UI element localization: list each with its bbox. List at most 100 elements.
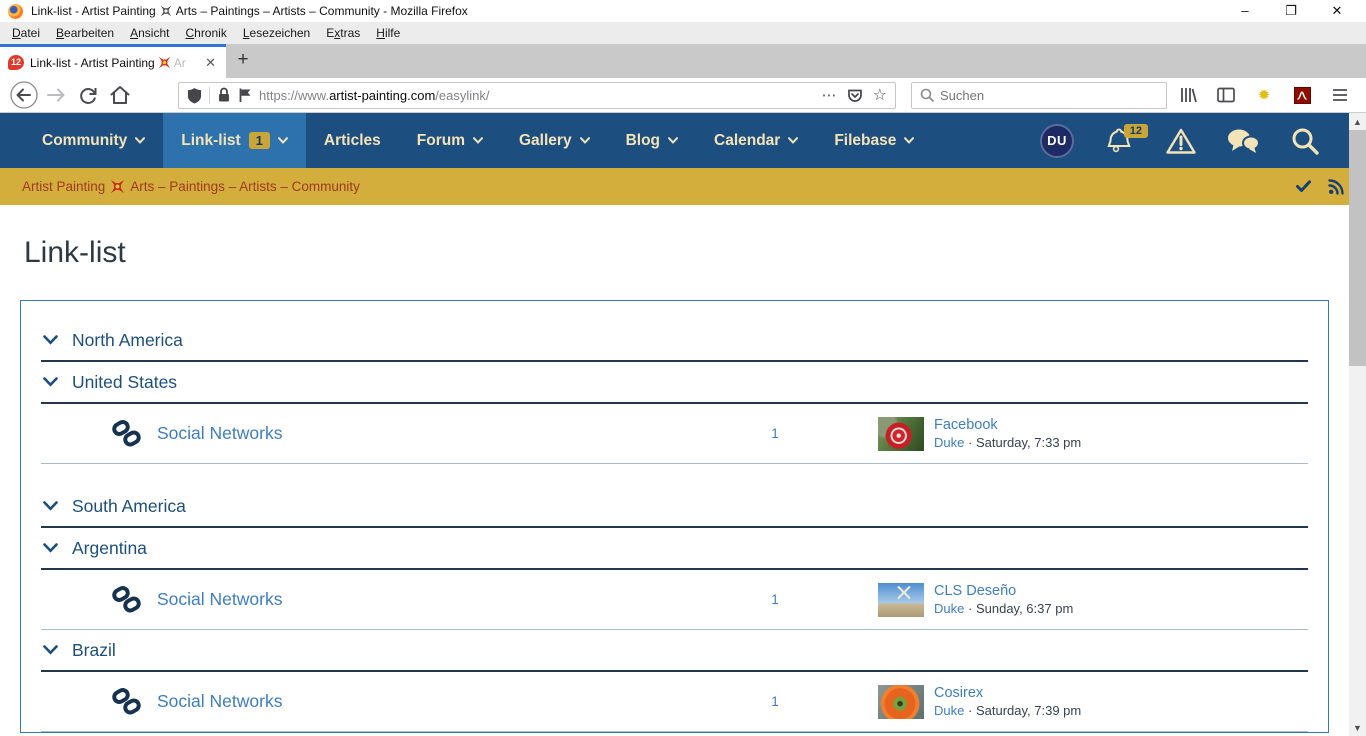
author-link[interactable]: Duke [934, 703, 964, 718]
section-header[interactable]: United States [41, 362, 1308, 404]
link-thumbnail[interactable] [878, 583, 924, 617]
hamburger-menu-icon[interactable] [1324, 81, 1356, 109]
category-link[interactable]: Social Networks [157, 423, 282, 444]
user-avatar[interactable]: DU [1026, 124, 1088, 158]
window-title-text-right: Arts – Paintings – Artists – Community -… [176, 4, 468, 18]
back-button[interactable] [8, 81, 40, 109]
notification-count-badge: 12 [1124, 124, 1148, 138]
menubar-item-lesezeichen[interactable]: Lesezeichen [235, 22, 318, 44]
chevron-down-icon [43, 543, 58, 553]
close-button[interactable]: ✕ [1314, 0, 1360, 22]
url-bar[interactable]: https://www.artist-painting.com/easylink… [178, 82, 896, 109]
extension-star-icon[interactable]: ✹ [1248, 81, 1280, 109]
link-time: Saturday, 7:39 pm [976, 703, 1081, 718]
site-search-icon[interactable] [1274, 126, 1336, 156]
url-text[interactable]: https://www.artist-painting.com/easylink… [259, 88, 815, 103]
active-tab[interactable]: 12 Link-list - Artist Painting Ar ✕ [0, 44, 226, 78]
permissions-flag-icon[interactable] [238, 87, 252, 103]
nav-item-community[interactable]: Community [24, 113, 163, 168]
section-header[interactable]: Argentina [41, 528, 1308, 570]
menubar-item-extras[interactable]: Extras [318, 22, 368, 44]
section-header-label: Argentina [72, 538, 147, 559]
page-actions-icon[interactable]: ⋯ [822, 86, 837, 104]
author-link[interactable]: Duke [934, 435, 964, 450]
search-input[interactable] [940, 88, 1140, 103]
tracking-protection-shield-icon[interactable] [187, 87, 202, 104]
chevron-down-icon [43, 335, 58, 345]
scrollbar-thumb[interactable] [1349, 130, 1366, 366]
latest-link-title[interactable]: Facebook [934, 417, 1081, 433]
category-link[interactable]: Social Networks [157, 691, 282, 712]
chevron-down-icon [580, 137, 590, 144]
site-logo-star-icon [160, 5, 172, 17]
adobe-acrobat-icon[interactable] [1286, 81, 1318, 109]
section-header[interactable]: South America [41, 486, 1308, 528]
latest-link-title[interactable]: Cosirex [934, 685, 1081, 701]
page-scrollbar[interactable]: ▲ ▼ [1349, 113, 1366, 736]
home-button[interactable] [104, 81, 136, 109]
nav-item-forum[interactable]: Forum [399, 113, 501, 168]
section-header[interactable]: North America [41, 320, 1308, 362]
category-link[interactable]: Social Networks [157, 589, 282, 610]
chevron-down-icon [278, 137, 288, 144]
link-count: 1 [745, 592, 805, 607]
nav-item-gallery[interactable]: Gallery [501, 113, 608, 168]
section-header-label: Brazil [72, 640, 116, 661]
menubar-item-hilfe[interactable]: Hilfe [368, 22, 408, 44]
chevron-down-icon [668, 137, 678, 144]
lock-icon[interactable] [217, 87, 231, 103]
chevron-down-icon [135, 137, 145, 144]
nav-item-badge: 1 [249, 132, 270, 149]
nav-item-label: Calendar [714, 132, 780, 150]
window-title-text: Link-list - Artist Painting [31, 4, 156, 18]
nav-item-blog[interactable]: Blog [608, 113, 696, 168]
scroll-up-arrow-icon[interactable]: ▲ [1349, 113, 1366, 130]
forward-button[interactable] [40, 81, 72, 109]
nav-item-label: Filebase [834, 132, 896, 150]
search-bar[interactable] [911, 82, 1167, 109]
link-category-row: Social Networks 1 CLS Deseño Duke · Sund… [41, 570, 1308, 630]
latest-link-meta: Duke · Saturday, 7:33 pm [934, 435, 1081, 450]
moderation-warning-icon[interactable] [1150, 127, 1212, 155]
divider [209, 87, 210, 104]
conversations-chat-icon[interactable] [1212, 127, 1274, 155]
breadcrumb[interactable]: Artist Painting Arts – Paintings – Artis… [22, 179, 360, 194]
section-header-label: United States [72, 372, 177, 393]
latest-link-meta: Duke · Saturday, 7:39 pm [934, 703, 1081, 718]
chevron-down-icon [904, 137, 914, 144]
search-icon [920, 88, 934, 102]
nav-item-label: Blog [626, 132, 660, 150]
section-header-label: South America [72, 496, 186, 517]
minimize-button[interactable]: – [1222, 0, 1268, 22]
menubar-item-bearbeiten[interactable]: Bearbeiten [48, 22, 122, 44]
restore-button[interactable]: ❐ [1268, 0, 1314, 22]
link-time: Sunday, 6:37 pm [976, 601, 1073, 616]
menubar-item-chronik[interactable]: Chronik [177, 22, 234, 44]
new-tab-button[interactable]: + [226, 44, 260, 78]
chevron-down-icon [43, 645, 58, 655]
chain-link-icon [111, 687, 142, 716]
section-header[interactable]: Brazil [41, 630, 1308, 672]
reload-button[interactable] [72, 81, 104, 109]
nav-item-articles[interactable]: Articles [306, 113, 399, 168]
nav-item-calendar[interactable]: Calendar [696, 113, 816, 168]
notifications-bell-icon[interactable]: 12 [1088, 125, 1150, 157]
library-icon[interactable] [1172, 81, 1204, 109]
sidebar-icon[interactable] [1210, 81, 1242, 109]
rss-feed-icon[interactable] [1328, 179, 1344, 195]
scroll-down-arrow-icon[interactable]: ▼ [1349, 719, 1366, 736]
pocket-icon[interactable] [847, 87, 863, 103]
menubar-item-datei[interactable]: Datei [4, 22, 48, 44]
chevron-down-icon [43, 377, 58, 387]
mark-read-check-icon[interactable] [1296, 180, 1311, 193]
tab-close-icon[interactable]: ✕ [201, 55, 220, 71]
link-thumbnail[interactable] [878, 685, 924, 719]
latest-link-title[interactable]: CLS Deseño [934, 583, 1073, 599]
menubar-item-ansicht[interactable]: Ansicht [122, 22, 177, 44]
link-count: 1 [745, 426, 805, 441]
nav-item-filebase[interactable]: Filebase [816, 113, 932, 168]
author-link[interactable]: Duke [934, 601, 964, 616]
link-thumbnail[interactable] [878, 417, 924, 451]
bookmark-star-icon[interactable]: ☆ [873, 85, 887, 105]
nav-item-link-list[interactable]: Link-list 1 [163, 113, 306, 168]
